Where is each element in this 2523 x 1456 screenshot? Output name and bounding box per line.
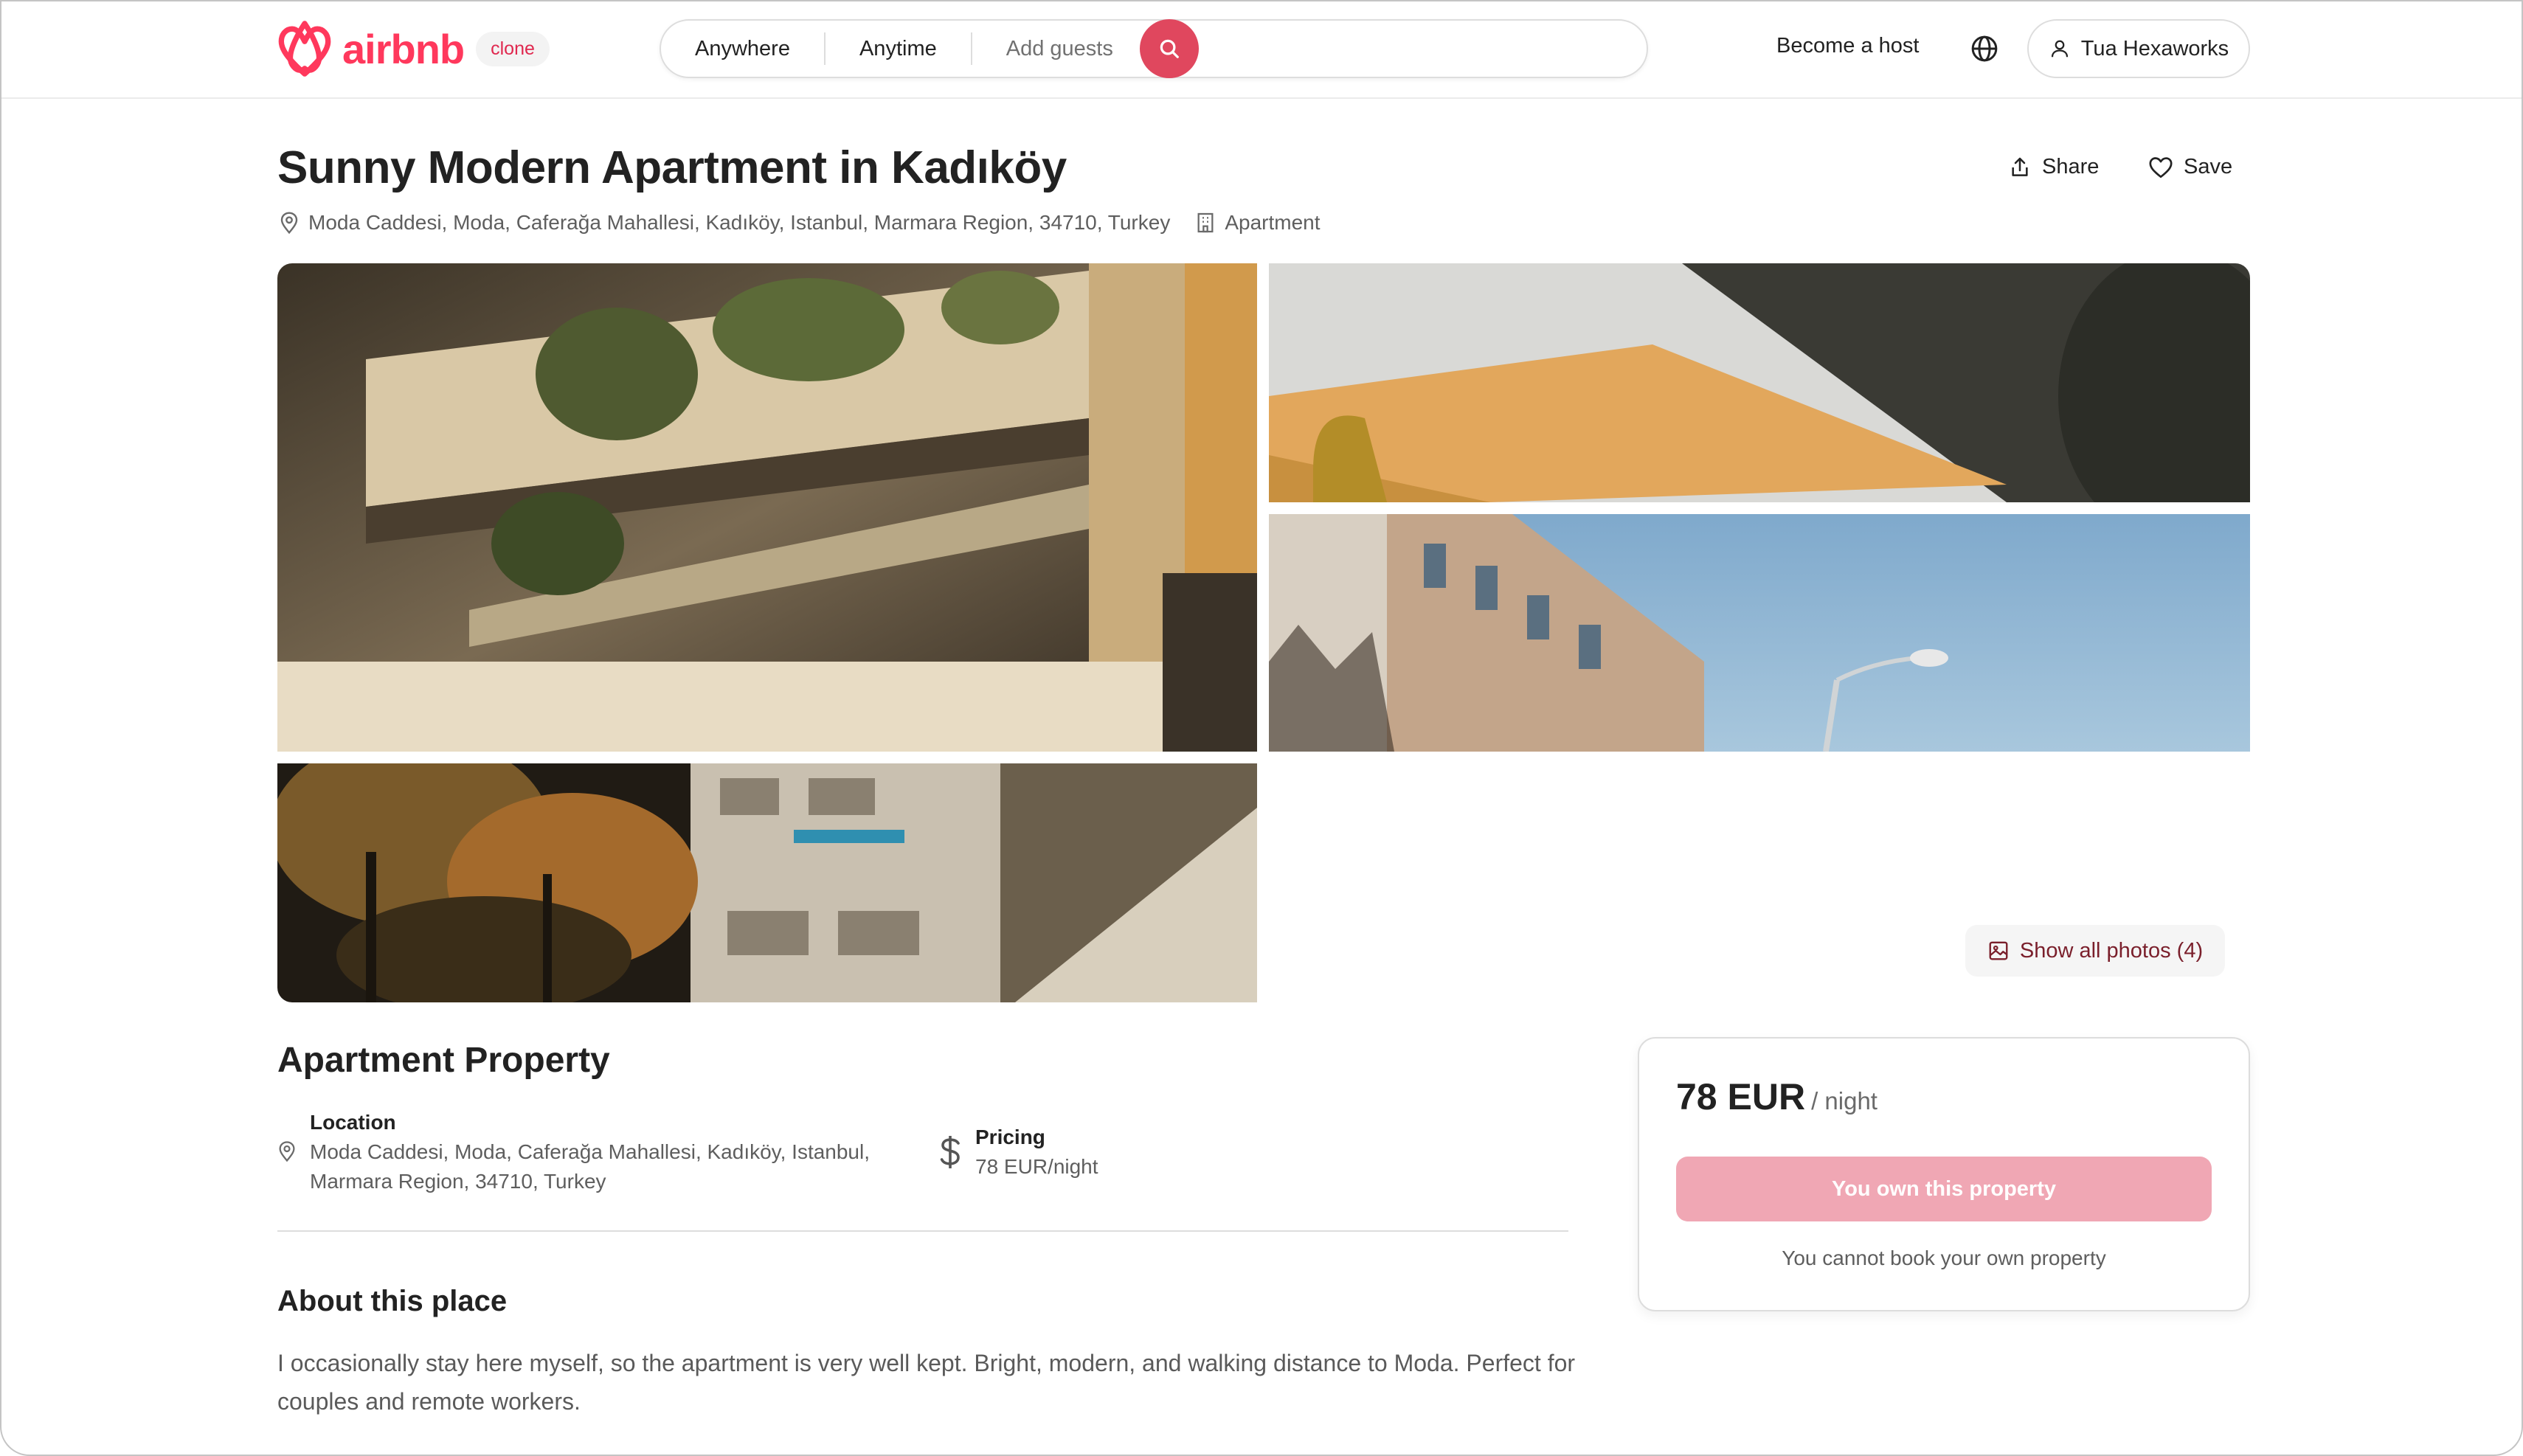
browser-frame: airbnb clone Anywhere Anytime Add guests… <box>0 0 2523 1456</box>
share-label: Share <box>2042 155 2100 178</box>
about-heading: About this place <box>277 1285 508 1317</box>
about-text: I occasionally stay here myself, so the … <box>277 1350 1576 1415</box>
property-type: Apartment <box>1225 211 1321 234</box>
price-unit: / night <box>1811 1087 1877 1114</box>
clone-badge: clone <box>476 31 550 66</box>
dollar-icon <box>940 1136 960 1168</box>
user-menu-button[interactable]: Tua Hexaworks <box>2027 19 2250 78</box>
search-anytime[interactable]: Anytime <box>826 32 972 65</box>
listing-title: Sunny Modern Apartment in Kadıköy <box>277 142 1067 193</box>
section-divider <box>277 1230 1568 1232</box>
user-name: Tua Hexaworks <box>2080 36 2229 60</box>
photo-street[interactable] <box>277 763 1257 1002</box>
own-property-button[interactable]: You own this property <box>1676 1157 2212 1221</box>
pricing-label: Pricing <box>975 1126 1045 1148</box>
user-icon <box>2051 40 2068 58</box>
booking-note: You cannot book your own property <box>1782 1247 2106 1269</box>
photo-balcony[interactable] <box>277 263 1257 752</box>
logo[interactable]: airbnb clone <box>276 19 550 78</box>
heart-icon <box>2149 156 2173 178</box>
photo-table[interactable] <box>1269 263 2250 502</box>
globe-icon[interactable] <box>1970 34 1999 63</box>
save-label: Save <box>2184 155 2233 178</box>
photo-building-sky[interactable] <box>1269 514 2250 752</box>
search-anywhere[interactable]: Anywhere <box>661 32 826 65</box>
top-navbar: airbnb clone Anywhere Anytime Add guests… <box>1 1 2522 99</box>
property-heading: Apartment Property <box>277 1041 610 1080</box>
location-pin-icon <box>280 212 298 235</box>
location-line-2: Marmara Region, 34710, Turkey <box>310 1170 606 1193</box>
share-button[interactable]: Share <box>2008 155 2099 179</box>
location-value: Moda Caddesi, Moda, Caferağa Mahallesi, … <box>310 1137 870 1196</box>
save-button[interactable]: Save <box>2148 155 2232 179</box>
building-icon <box>1197 212 1214 233</box>
location-pin-icon <box>279 1141 295 1162</box>
search-icon <box>1160 39 1179 58</box>
booking-card: 78 EUR / night You own this property You… <box>1638 1037 2250 1311</box>
show-all-photos-label: Show all photos (4) <box>2019 938 2204 963</box>
image-icon <box>1989 941 2008 960</box>
location-label: Location <box>310 1111 396 1134</box>
price-row: 78 EUR / night <box>1676 1075 1877 1118</box>
pricing-value: 78 EUR/night <box>975 1155 1098 1178</box>
show-all-photos-button[interactable]: Show all photos (4) <box>1965 925 2225 977</box>
search-add-guests[interactable]: Add guests <box>972 32 1146 65</box>
become-host-link[interactable]: Become a host <box>1776 34 1919 58</box>
listing-address: Moda Caddesi, Moda, Caferağa Mahallesi, … <box>308 211 1171 234</box>
location-line-1: Moda Caddesi, Moda, Caferağa Mahallesi, … <box>310 1140 871 1163</box>
search-bar[interactable]: Anywhere Anytime Add guests <box>660 19 1648 78</box>
price-amount: 78 EUR <box>1676 1076 1806 1117</box>
brand-name: airbnb <box>342 25 465 72</box>
search-button[interactable] <box>1139 19 1199 78</box>
share-icon <box>2012 157 2028 176</box>
listing-subline: Moda Caddesi, Moda, Caferağa Mahallesi, … <box>277 211 1321 235</box>
airbnb-logo-icon <box>278 21 331 77</box>
